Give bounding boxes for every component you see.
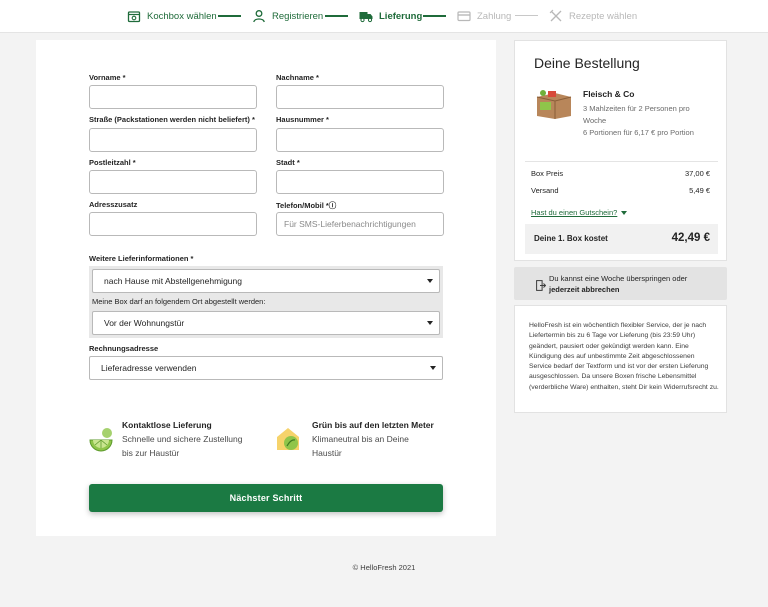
shipping-label: Versand [531, 186, 559, 195]
total-label: Deine 1. Box kostet [534, 234, 608, 243]
step-rezepte: Rezepte wählen [549, 6, 637, 26]
lastname-label: Nachname * [276, 73, 319, 82]
drop-place-label: Meine Box darf an folgendem Ort abgestel… [92, 297, 266, 306]
truck-icon [359, 9, 373, 23]
feature-line: Schnelle und sichere Zustellung [122, 434, 243, 444]
order-summary-card: Deine Bestellung Fleisch & Co 3 Mahlzeit… [514, 40, 727, 261]
address-extra-input[interactable] [89, 212, 257, 236]
step-connector [423, 15, 446, 17]
billing-select[interactable]: Lieferadresse verwenden [89, 356, 443, 380]
chevron-down-icon [427, 321, 433, 325]
step-label: Zahlung [477, 10, 512, 22]
city-input[interactable] [276, 170, 444, 194]
housenumber-input[interactable] [276, 128, 444, 152]
total-value: 42,49 € [671, 232, 710, 244]
step-connector [325, 15, 348, 17]
street-label: Straße (Packstationen werden nicht belie… [89, 115, 255, 124]
next-step-button[interactable]: Nächster Schritt [89, 484, 443, 512]
feature-line: Haustür [312, 448, 342, 458]
step-label: Registrieren [272, 10, 324, 22]
phone-input[interactable]: Für SMS-Lieferbenachrichtigungen [276, 212, 444, 236]
total-box: Deine 1. Box kostet 42,49 € [525, 224, 718, 254]
step-registrieren[interactable]: Registrieren [252, 6, 323, 26]
lime-icon [88, 426, 114, 452]
voucher-link[interactable]: Hast du einen Gutschein? [531, 208, 617, 217]
skip-line: jederzeit abbrechen [549, 285, 620, 294]
delivery-form-card: Vorname * Nachname * Straße (Packstation… [36, 40, 496, 536]
feature-title-green: Grün bis auf den letzten Meter [312, 420, 434, 430]
exit-icon [536, 278, 547, 291]
checkout-stepper: Kochbox wählen Registrieren Lieferung Za… [0, 0, 768, 33]
product-line: 3 Mahlzeiten für 2 Personen pro [583, 104, 690, 113]
cutlery-icon [549, 9, 563, 23]
box-icon [127, 9, 141, 23]
footer-copyright: © HelloFresh 2021 [352, 563, 416, 572]
lastname-input[interactable] [276, 85, 444, 109]
chevron-down-icon [427, 279, 433, 283]
order-title: Deine Bestellung [534, 55, 640, 71]
step-connector [218, 15, 241, 17]
billing-value: Lieferadresse verwenden [101, 363, 197, 373]
step-label: Lieferung [379, 10, 423, 22]
zip-input[interactable] [89, 170, 257, 194]
product-line: 6 Portionen für 6,17 € pro Portion [583, 128, 694, 137]
firstname-input[interactable] [89, 85, 257, 109]
product-name: Fleisch & Co [583, 89, 635, 99]
card-icon [457, 9, 471, 23]
box-image-icon [534, 88, 574, 120]
step-label: Rezepte wählen [569, 10, 638, 22]
drop-place-select[interactable]: Vor der Wohnungstür [92, 311, 440, 335]
service-info-text: HelloFresh ist ein wöchentlich flexibler… [529, 322, 719, 391]
step-lieferung[interactable]: Lieferung [359, 6, 422, 26]
box-price-label: Box Preis [531, 169, 564, 178]
delivery-info-select[interactable]: nach Hause mit Abstellgenehmigung [92, 269, 440, 293]
chevron-down-icon[interactable] [621, 211, 627, 215]
skip-notice: Du kannst eine Woche überspringen oder j… [514, 267, 727, 300]
feature-title-contactless: Kontaktlose Lieferung [122, 420, 212, 430]
chevron-down-icon [430, 366, 436, 370]
skip-text: Du kannst eine Woche überspringen oder j… [549, 273, 719, 295]
eco-house-icon [274, 425, 302, 453]
feature-text-contactless: Schnelle und sichere Zustellung bis zur … [122, 432, 243, 460]
box-price-value: 37,00 € [684, 169, 710, 178]
feature-line: Klimaneutral bis an Deine [312, 434, 409, 444]
step-connector [515, 15, 538, 16]
shipping-value: 5,49 € [689, 186, 710, 195]
step-kochbox[interactable]: Kochbox wählen [127, 6, 217, 26]
delivery-info-label: Weitere Lieferinformationen * [89, 254, 194, 263]
firstname-label: Vorname * [89, 73, 126, 82]
skip-line: Du kannst eine Woche überspringen oder [549, 274, 688, 283]
divider [525, 161, 718, 162]
city-label: Stadt * [276, 158, 300, 167]
delivery-info-value: nach Hause mit Abstellgenehmigung [104, 276, 242, 286]
service-info-card: HelloFresh ist ein wöchentlich flexibler… [514, 305, 727, 413]
drop-place-value: Vor der Wohnungstür [104, 318, 185, 328]
step-label: Kochbox wählen [147, 10, 217, 22]
step-zahlung: Zahlung [457, 6, 511, 26]
housenumber-label: Hausnummer * [276, 115, 329, 124]
phone-label: Telefon/Mobil *ⓘ [276, 201, 337, 210]
feature-line: bis zur Haustür [122, 448, 180, 458]
user-icon [252, 9, 266, 23]
feature-text-green: Klimaneutral bis an Deine Haustür [312, 432, 409, 460]
zip-label: Postleitzahl * [89, 158, 136, 167]
address-extra-label: Adresszusatz [89, 200, 138, 209]
billing-label: Rechnungsadresse [89, 344, 159, 353]
product-line: Woche [583, 116, 607, 125]
street-input[interactable] [89, 128, 257, 152]
product-description: 3 Mahlzeiten für 2 Personen pro Woche 6 … [583, 103, 711, 139]
